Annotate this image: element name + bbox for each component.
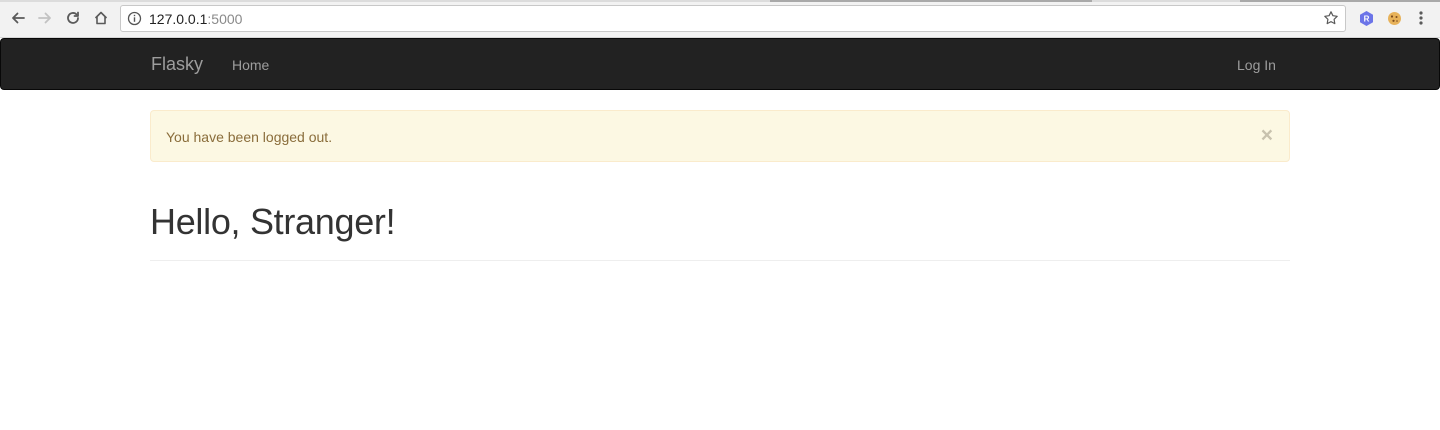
info-icon[interactable] bbox=[127, 11, 142, 31]
reload-icon[interactable] bbox=[62, 7, 84, 29]
brand-link[interactable]: Flasky bbox=[151, 54, 203, 75]
browser-toolbar: 127.0.0.1:5000 R bbox=[0, 0, 1440, 38]
nav-home-link[interactable]: Home bbox=[232, 57, 269, 73]
back-arrow-icon[interactable] bbox=[7, 7, 29, 29]
navbar: Flasky Home Log In bbox=[0, 38, 1440, 90]
home-icon[interactable] bbox=[90, 7, 112, 29]
tab-strip-edge bbox=[0, 0, 1440, 2]
url-text[interactable]: 127.0.0.1:5000 bbox=[149, 11, 242, 27]
svg-text:R: R bbox=[1363, 14, 1369, 23]
star-icon[interactable] bbox=[1323, 10, 1339, 31]
page-header: Hello, Stranger! bbox=[150, 200, 1290, 261]
url-host: 127.0.0.1 bbox=[149, 11, 208, 27]
forward-arrow-icon[interactable] bbox=[34, 7, 56, 29]
alert-message: You have been logged out. bbox=[166, 129, 333, 145]
flash-alert: You have been logged out. × bbox=[150, 110, 1290, 162]
hexagon-r-icon[interactable]: R bbox=[1357, 9, 1375, 27]
nav-login-link[interactable]: Log In bbox=[1237, 57, 1276, 73]
cookie-icon[interactable] bbox=[1385, 9, 1403, 27]
close-icon[interactable]: × bbox=[1261, 125, 1273, 146]
url-port: :5000 bbox=[207, 11, 243, 27]
kebab-menu-icon[interactable] bbox=[1412, 9, 1430, 27]
address-bar[interactable]: 127.0.0.1:5000 bbox=[120, 5, 1346, 32]
page-title: Hello, Stranger! bbox=[150, 201, 396, 242]
